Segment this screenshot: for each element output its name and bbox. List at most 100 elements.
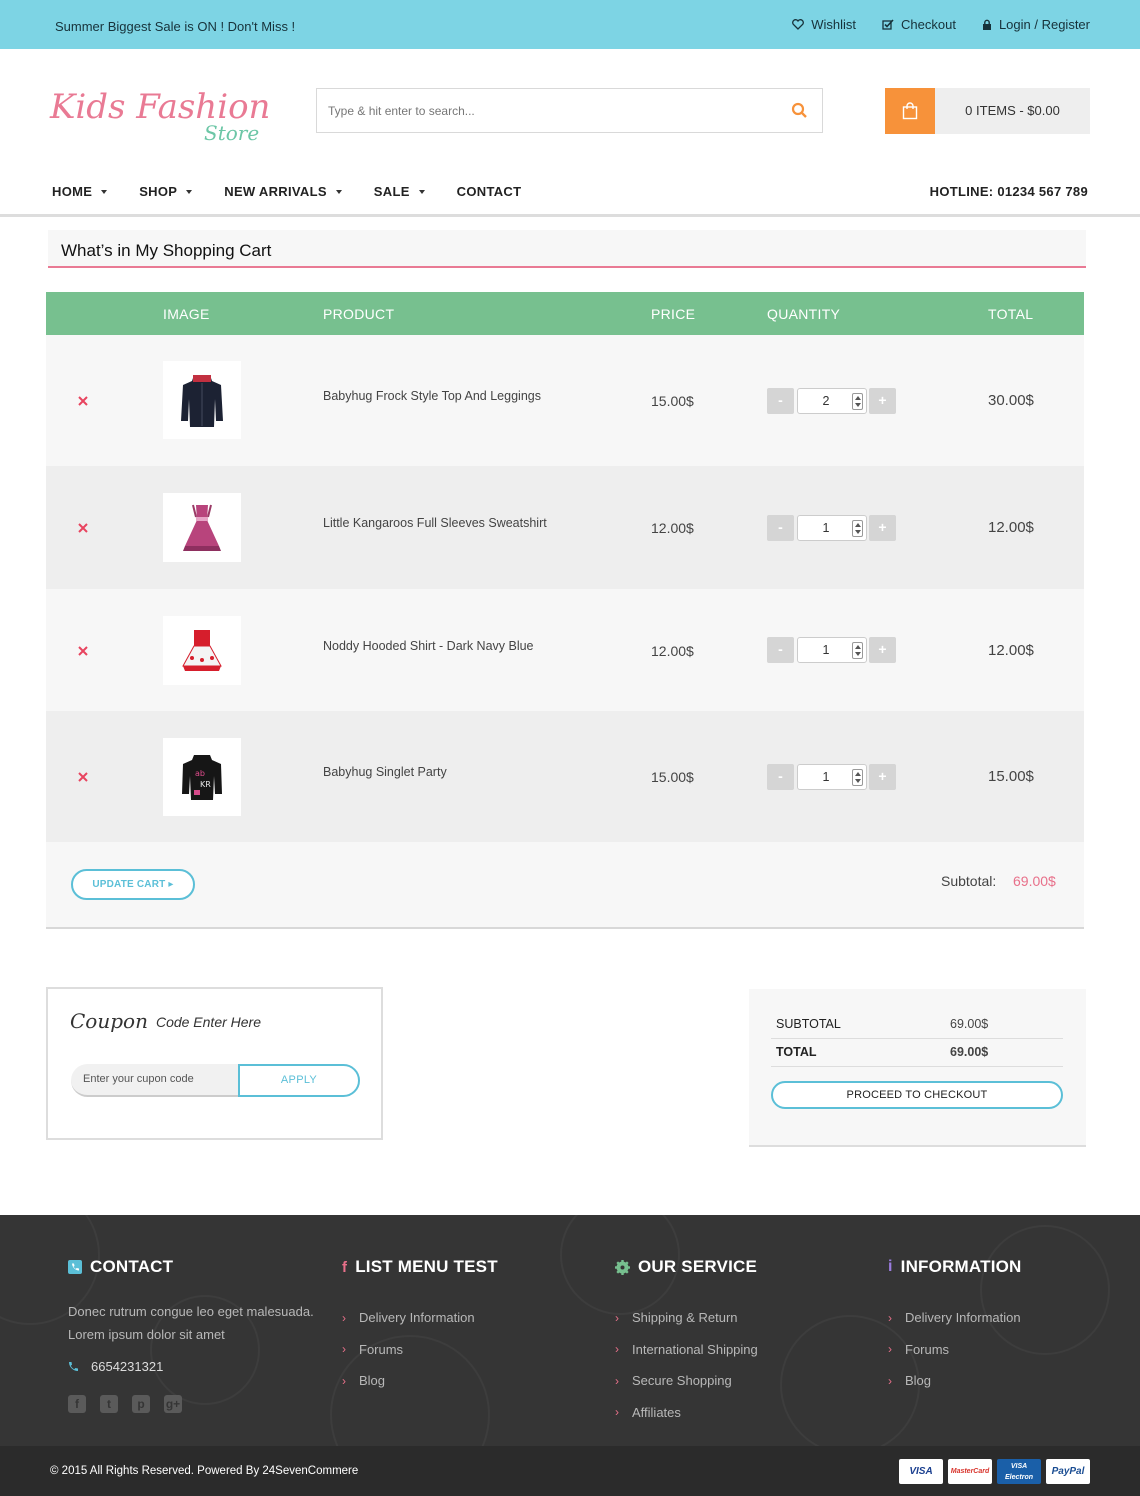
nav-contact[interactable]: CONTACT bbox=[457, 184, 522, 199]
footer-menu-item[interactable]: › Forums bbox=[342, 1334, 498, 1366]
subtotal-label: Subtotal: bbox=[941, 873, 997, 889]
search-icon[interactable] bbox=[791, 102, 808, 119]
caret-down-icon bbox=[186, 189, 193, 194]
apply-coupon-button[interactable]: APPLY bbox=[238, 1064, 360, 1097]
nav-new-arrivals[interactable]: NEW ARRIVALS bbox=[224, 184, 342, 199]
remove-icon[interactable] bbox=[76, 770, 90, 784]
footer-service-item[interactable]: › Secure Shopping bbox=[615, 1365, 758, 1397]
quantity-value: 1 bbox=[822, 643, 830, 657]
footer-contact-heading: CONTACT bbox=[68, 1257, 318, 1277]
product-name[interactable]: Noddy Hooded Shirt - Dark Navy Blue bbox=[323, 639, 534, 653]
product-image-black-printed-jacket[interactable]: ab KR bbox=[163, 738, 241, 816]
nav-shop[interactable]: SHOP bbox=[139, 184, 193, 199]
pinterest-icon[interactable]: p bbox=[132, 1395, 150, 1413]
facebook-icon[interactable]: f bbox=[68, 1395, 86, 1413]
quantity-input[interactable]: 1 bbox=[797, 637, 867, 663]
proceed-to-checkout-button[interactable]: PROCEED TO CHECKOUT bbox=[771, 1081, 1063, 1109]
quantity-input[interactable]: 2 bbox=[797, 388, 867, 414]
quantity-stepper: - 1 + bbox=[767, 637, 897, 663]
nav-sale[interactable]: SALE bbox=[374, 184, 425, 199]
chevron-right-icon: › bbox=[342, 1342, 346, 1357]
product-price: 12.00$ bbox=[651, 520, 694, 536]
social-links: f t p g+ bbox=[68, 1395, 318, 1413]
product-price: 15.00$ bbox=[651, 393, 694, 409]
product-name[interactable]: Little Kangaroos Full Sleeves Sweatshirt bbox=[323, 516, 547, 530]
footer-service-item[interactable]: › Shipping & Return bbox=[615, 1302, 758, 1334]
footer-service-item-label: International Shipping bbox=[632, 1341, 758, 1357]
product-image-pink-dress[interactable] bbox=[163, 493, 241, 562]
increase-button[interactable]: + bbox=[869, 515, 896, 541]
footer-info-item-label: Delivery Information bbox=[905, 1310, 1021, 1326]
twitter-icon[interactable]: t bbox=[100, 1395, 118, 1413]
remove-icon[interactable] bbox=[76, 521, 90, 535]
line-total: 30.00$ bbox=[988, 392, 1034, 409]
nav-home[interactable]: HOME bbox=[52, 184, 108, 199]
quantity-input[interactable]: 1 bbox=[797, 764, 867, 790]
footer-info: i INFORMATION › Delivery Information › For… bbox=[888, 1257, 1022, 1397]
footer-info-item[interactable]: › Forums bbox=[888, 1334, 1022, 1366]
page-title: What’s in My Shopping Cart bbox=[61, 241, 272, 260]
site-footer: CONTACT Donec rutrum congue leo eget mal… bbox=[0, 1215, 1140, 1446]
product-price: 12.00$ bbox=[651, 643, 694, 659]
login-link[interactable]: Login / Register bbox=[982, 17, 1090, 32]
update-cart-button[interactable]: UPDATE CART ▸ bbox=[71, 869, 195, 900]
cart-table-footer: UPDATE CART ▸ Subtotal: 69.00$ bbox=[46, 842, 1084, 929]
quantity-stepper: - 1 + bbox=[767, 764, 897, 790]
footer-info-item[interactable]: › Blog bbox=[888, 1365, 1022, 1397]
product-price: 15.00$ bbox=[651, 769, 694, 785]
footer-service-item[interactable]: › Affiliates bbox=[615, 1397, 758, 1429]
line-total: 12.00$ bbox=[988, 642, 1034, 659]
chevron-right-icon: › bbox=[342, 1373, 346, 1388]
footer-menu-heading: f LIST MENU TEST bbox=[342, 1257, 498, 1277]
product-name[interactable]: Babyhug Frock Style Top And Leggings bbox=[323, 389, 541, 403]
remove-icon[interactable] bbox=[76, 644, 90, 658]
col-quantity: QUANTITY bbox=[767, 306, 841, 322]
logo-line2: Store bbox=[204, 121, 259, 145]
coupon-input[interactable]: Enter your cupon code bbox=[71, 1064, 241, 1097]
increase-button[interactable]: + bbox=[869, 637, 896, 663]
quantity-input[interactable]: 1 bbox=[797, 515, 867, 541]
footer-phone: 6654231321 bbox=[68, 1359, 318, 1374]
decrease-button[interactable]: - bbox=[767, 764, 794, 790]
quantity-value: 1 bbox=[822, 521, 830, 535]
site-logo[interactable]: Kids Fashion Store bbox=[48, 80, 278, 148]
mini-cart[interactable]: 0 ITEMS - $0.00 bbox=[885, 88, 1090, 134]
decrease-button[interactable]: - bbox=[767, 637, 794, 663]
spinner-icon[interactable] bbox=[852, 769, 863, 786]
svg-text:KR: KR bbox=[200, 780, 211, 789]
checkout-link[interactable]: Checkout bbox=[882, 17, 956, 32]
nav-divider bbox=[0, 214, 1140, 217]
footer-menu-item[interactable]: › Blog bbox=[342, 1365, 498, 1397]
footer-service-heading: OUR SERVICE bbox=[615, 1257, 758, 1277]
footer-info-title: INFORMATION bbox=[900, 1257, 1022, 1276]
footer-service-item[interactable]: › International Shipping bbox=[615, 1334, 758, 1366]
coupon-subtitle: Code Enter Here bbox=[155, 1014, 262, 1030]
increase-button[interactable]: + bbox=[869, 764, 896, 790]
search-input[interactable] bbox=[317, 89, 767, 132]
decrease-button[interactable]: - bbox=[767, 515, 794, 541]
remove-icon[interactable] bbox=[76, 394, 90, 408]
footer-info-item-label: Forums bbox=[905, 1341, 950, 1357]
heart-icon bbox=[792, 19, 805, 30]
visa-electron-icon: VISA Electron bbox=[997, 1459, 1041, 1484]
product-name[interactable]: Babyhug Singlet Party bbox=[323, 765, 447, 779]
footer-info-item[interactable]: › Delivery Information bbox=[888, 1302, 1022, 1334]
decrease-button[interactable]: - bbox=[767, 388, 794, 414]
spinner-icon[interactable] bbox=[852, 642, 863, 659]
spinner-icon[interactable] bbox=[852, 393, 863, 410]
top-bar: Summer Biggest Sale is ON ! Don't Miss !… bbox=[0, 0, 1140, 49]
spinner-icon[interactable] bbox=[852, 520, 863, 537]
table-row: Noddy Hooded Shirt - Dark Navy Blue 12.0… bbox=[46, 589, 1084, 711]
mastercard-icon: MasterCard bbox=[948, 1459, 992, 1484]
product-image-navy-jacket[interactable] bbox=[163, 361, 241, 439]
chevron-right-icon: › bbox=[615, 1342, 619, 1357]
wishlist-link[interactable]: Wishlist bbox=[792, 17, 856, 32]
shopping-bag-icon bbox=[885, 88, 935, 134]
footer-menu-item[interactable]: › Delivery Information bbox=[342, 1302, 498, 1334]
product-image-red-white-dress[interactable] bbox=[163, 616, 241, 685]
google-plus-icon[interactable]: g+ bbox=[164, 1395, 182, 1413]
bottom-bar: © 2015 All Rights Reserved. Powered By 2… bbox=[0, 1446, 1140, 1496]
footer-info-item-label: Blog bbox=[905, 1373, 932, 1389]
increase-button[interactable]: + bbox=[869, 388, 896, 414]
wishlist-label: Wishlist bbox=[811, 17, 857, 32]
